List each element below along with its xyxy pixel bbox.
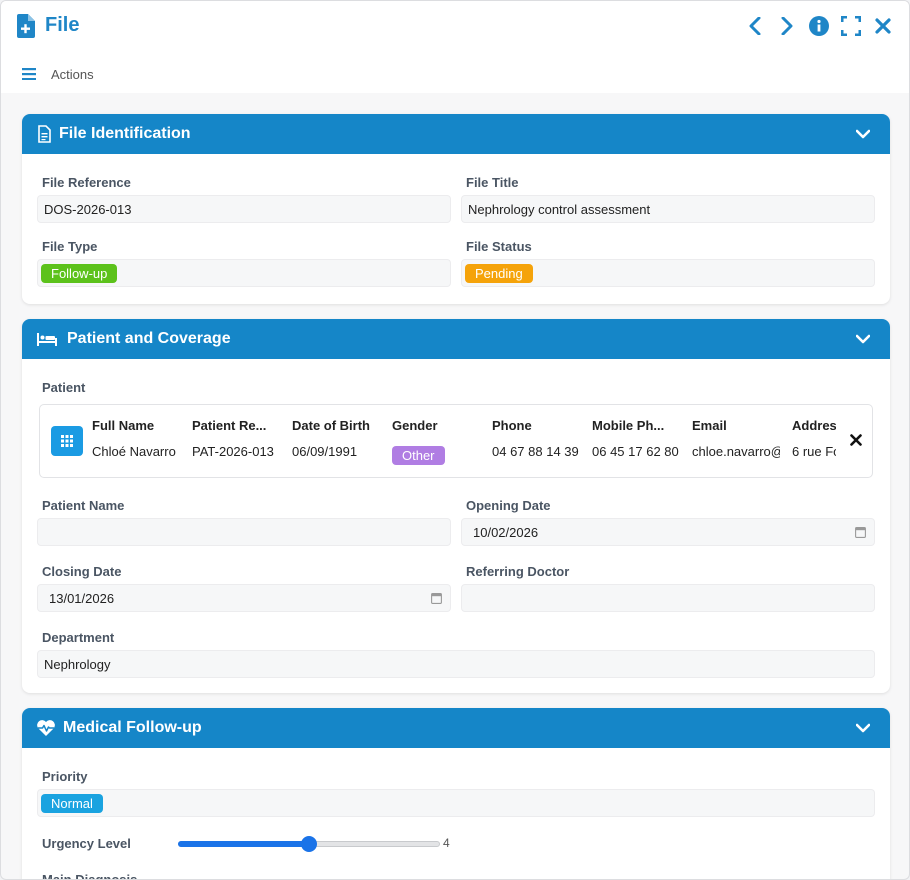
column-header: Phone <box>492 418 532 433</box>
chevron-down-icon[interactable] <box>856 722 870 734</box>
section-header[interactable]: Medical Follow-up <box>22 708 890 748</box>
patient-picker-button[interactable] <box>51 426 83 456</box>
column-header: Addres <box>792 418 836 433</box>
patient-label: Patient <box>42 380 86 395</box>
file-type-badge: Follow-up <box>41 264 118 283</box>
section-title: Medical Follow-up <box>63 719 202 736</box>
closing-date-value: 13/01/2026 <box>49 591 115 606</box>
section-title: File Identification <box>59 125 191 142</box>
patient-record[interactable]: Full Name Chloé Navarro Patient Re... PA… <box>39 404 873 478</box>
chevron-left-icon <box>749 17 761 35</box>
column-value: 04 67 88 14 39 <box>492 444 579 459</box>
window-actions <box>745 15 893 37</box>
column-header: Date of Birth <box>292 418 370 433</box>
grid-icon <box>61 435 73 447</box>
medical-followup-section: Medical Follow-up Priority Normal Urgenc… <box>22 708 890 880</box>
column-value: Chloé Navarro <box>92 444 176 459</box>
patient-col-email: Email chloe.navarro@ <box>692 405 780 479</box>
patient-col-address: Addres 6 rue Fo <box>792 405 836 479</box>
opening-date-label: Opening Date <box>466 498 551 513</box>
slider-thumb[interactable] <box>301 836 317 852</box>
column-header: Mobile Ph... <box>592 418 665 433</box>
column-header: Email <box>692 418 727 433</box>
patient-col-full-name: Full Name Chloé Navarro <box>92 405 180 479</box>
priority-badge: Normal <box>41 794 103 813</box>
priority-field[interactable]: Normal <box>37 789 875 817</box>
file-identification-section: File Identification File Reference DOS-2… <box>22 114 890 304</box>
actions-bar: Actions <box>1 53 909 93</box>
fullscreen-button[interactable] <box>841 15 861 37</box>
section-title: Patient and Coverage <box>67 330 231 347</box>
file-window: File Actions File Identification File Re… <box>0 0 910 880</box>
info-button[interactable] <box>809 15 829 37</box>
chevron-down-icon[interactable] <box>856 128 870 140</box>
column-header: Gender <box>392 418 438 433</box>
file-reference-label: File Reference <box>42 175 131 190</box>
column-header: Full Name <box>92 418 155 433</box>
heartbeat-icon <box>37 720 55 736</box>
calendar-icon[interactable] <box>431 592 442 604</box>
department-field[interactable]: Nephrology <box>37 650 875 678</box>
next-button[interactable] <box>777 15 797 37</box>
priority-label: Priority <box>42 769 88 784</box>
hamburger-menu-icon[interactable] <box>22 68 36 80</box>
column-header: Patient Re... <box>192 418 267 433</box>
file-title-field[interactable]: Nephrology control assessment <box>461 195 875 223</box>
file-status-badge: Pending <box>465 264 533 283</box>
expand-icon <box>841 16 861 36</box>
info-icon <box>809 16 829 36</box>
file-title-label: File Title <box>466 175 519 190</box>
slider-fill <box>178 841 309 847</box>
patient-name-label: Patient Name <box>42 498 125 513</box>
close-button[interactable] <box>873 15 893 37</box>
urgency-level-label: Urgency Level <box>42 836 131 851</box>
section-header[interactable]: Patient and Coverage <box>22 319 890 359</box>
column-value: chloe.navarro@ <box>692 444 780 459</box>
patient-col-mobile: Mobile Ph... 06 45 17 62 80 <box>592 405 680 479</box>
file-type-label: File Type <box>42 239 98 254</box>
gender-badge: Other <box>392 446 445 465</box>
closing-date-label: Closing Date <box>42 564 122 579</box>
column-value: 6 rue Fo <box>792 444 836 459</box>
patient-col-dob: Date of Birth 06/09/1991 <box>292 405 380 479</box>
remove-patient-icon[interactable] <box>850 434 862 446</box>
previous-button[interactable] <box>745 15 765 37</box>
file-type-field[interactable]: Follow-up <box>37 259 451 287</box>
file-reference-field[interactable]: DOS-2026-013 <box>37 195 451 223</box>
file-status-field[interactable]: Pending <box>461 259 875 287</box>
column-value: PAT-2026-013 <box>192 444 274 459</box>
actions-menu[interactable]: Actions <box>51 67 94 82</box>
column-value: 06/09/1991 <box>292 444 358 459</box>
closing-date-field[interactable]: 13/01/2026 <box>37 584 451 612</box>
column-value: 06 45 17 62 80 <box>592 444 679 459</box>
close-icon <box>875 18 891 34</box>
opening-date-field[interactable]: 10/02/2026 <box>461 518 875 546</box>
document-icon <box>38 125 51 143</box>
urgency-slider[interactable] <box>178 834 440 854</box>
urgency-value: 4 <box>443 836 450 850</box>
bed-icon <box>37 333 57 346</box>
referring-doctor-label: Referring Doctor <box>466 564 570 579</box>
file-status-label: File Status <box>466 239 532 254</box>
patient-col-reference: Patient Re... PAT-2026-013 <box>192 405 280 479</box>
referring-doctor-field[interactable] <box>461 584 875 612</box>
file-plus-icon <box>17 14 35 38</box>
patient-col-phone: Phone 04 67 88 14 39 <box>492 405 580 479</box>
patient-coverage-section: Patient and Coverage Patient Full Name C… <box>22 319 890 693</box>
chevron-right-icon <box>781 17 793 35</box>
calendar-icon[interactable] <box>855 526 866 538</box>
chevron-down-icon[interactable] <box>856 333 870 345</box>
patient-col-gender: Gender Other <box>392 405 480 479</box>
opening-date-value: 10/02/2026 <box>473 525 539 540</box>
section-header[interactable]: File Identification <box>22 114 890 154</box>
window-header: File <box>1 1 909 53</box>
main-diagnosis-label: Main Diagnosis <box>42 872 138 880</box>
patient-name-field[interactable] <box>37 518 451 546</box>
window-title: File <box>45 14 80 36</box>
department-label: Department <box>42 630 115 645</box>
